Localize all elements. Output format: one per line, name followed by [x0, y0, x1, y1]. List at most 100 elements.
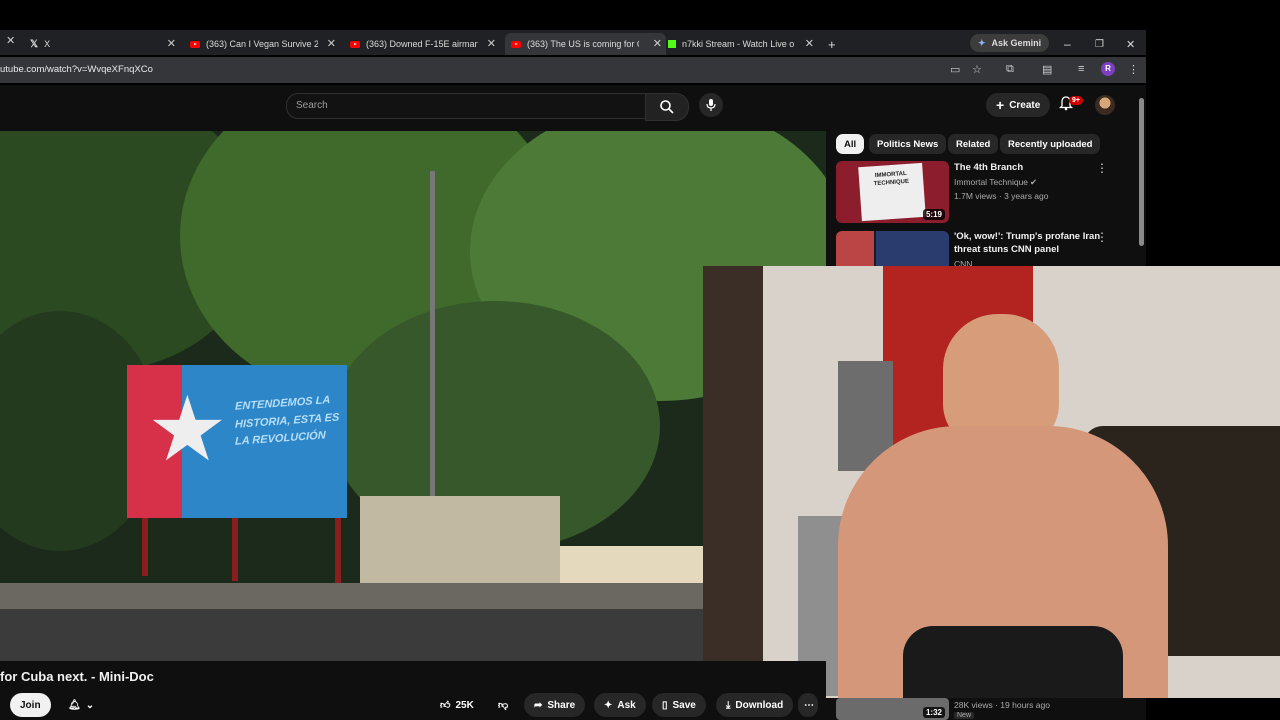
- thumbs-down-icon: 👎︎: [498, 700, 509, 711]
- album-art: IMMORTAL TECHNIQUE: [858, 162, 926, 222]
- account-avatar[interactable]: [1095, 95, 1115, 115]
- billboard-post: [232, 516, 238, 581]
- search-button[interactable]: [645, 93, 689, 121]
- profile-avatar[interactable]: R: [1101, 62, 1115, 76]
- close-icon[interactable]: ✕: [327, 37, 336, 50]
- address-bar[interactable]: utube.com/watch?v=WvqeXFnqXCo ▭ ☆ ⧉ ▤ ≡ …: [0, 57, 1146, 83]
- voice-search-button[interactable]: [699, 93, 723, 117]
- media-controls-icon[interactable]: ≡: [1078, 63, 1084, 75]
- like-button[interactable]: 👍︎ 25K: [430, 693, 484, 717]
- chevron-down-icon: ⌄: [85, 699, 95, 711]
- video-title[interactable]: threat stuns CNN panel: [954, 243, 1059, 256]
- share-button[interactable]: ➦ Share: [524, 693, 586, 717]
- save-label: Save: [672, 699, 696, 711]
- url-text[interactable]: utube.com/watch?v=WvqeXFnqXCo: [0, 64, 153, 75]
- new-badge: New: [954, 712, 975, 719]
- more-horizontal-icon: ⋯: [804, 699, 814, 711]
- dark-furniture: [703, 266, 763, 698]
- tab-kick[interactable]: n7kki Stream - Watch Live on K ✕: [668, 33, 818, 55]
- tab-vegan[interactable]: (363) Can I Vegan Survive 20 M ✕: [190, 33, 340, 55]
- tab-cuba[interactable]: (363) The US is coming for Cub ✕: [505, 33, 666, 55]
- download-button[interactable]: ⤓ Download: [716, 693, 794, 717]
- recommendations-sidebar: All Politics News Related Recently uploa…: [826, 131, 1146, 271]
- more-actions-icon[interactable]: ⋮: [1096, 161, 1108, 175]
- sparkle-icon: ✦: [604, 699, 613, 711]
- revolution-billboard: ★ Entendemos la historia, esta es la rev…: [127, 365, 347, 518]
- close-icon[interactable]: ✕: [6, 34, 15, 47]
- bookmark-star-icon[interactable]: ☆: [972, 63, 982, 76]
- search-icon: [660, 100, 674, 114]
- sidepanel-icon[interactable]: ▤: [1042, 63, 1052, 76]
- download-icon: ⤓: [726, 699, 731, 711]
- tab-x[interactable]: 𝕏 X ✕: [30, 33, 180, 55]
- billboard-text: Entendemos la historia, esta es la revol…: [235, 394, 340, 448]
- minimize-icon[interactable]: –: [1064, 33, 1071, 55]
- search-input[interactable]: Search: [286, 93, 646, 119]
- chip-politics-news[interactable]: Politics News: [869, 134, 947, 154]
- channel-name[interactable]: Immortal Technique: [954, 177, 1028, 187]
- video-title[interactable]: The 4th Branch: [954, 161, 1023, 174]
- tab-title: (363) Can I Vegan Survive 20 M: [206, 39, 318, 49]
- menu-kebab-icon[interactable]: ⋮: [1128, 63, 1139, 76]
- chip-all[interactable]: All: [836, 134, 865, 154]
- youtube-icon: [350, 40, 360, 48]
- chip-related[interactable]: Related: [948, 134, 999, 154]
- tab-title: n7kki Stream - Watch Live on K: [682, 39, 794, 49]
- close-icon[interactable]: ✕: [653, 37, 662, 50]
- close-icon[interactable]: ✕: [805, 37, 814, 50]
- person-shorts: [903, 626, 1123, 698]
- restore-icon[interactable]: ❐: [1095, 33, 1104, 55]
- duration-badge: 1:32: [922, 707, 945, 718]
- tab-title: (363) The US is coming for Cub: [527, 39, 639, 49]
- notification-count-badge: 9+: [1069, 96, 1083, 105]
- video-thumbnail[interactable]: [836, 231, 949, 271]
- more-actions-icon[interactable]: ⋮: [1096, 230, 1108, 244]
- cast-icon[interactable]: ▭: [950, 63, 960, 76]
- chip-recently-uploaded[interactable]: Recently uploaded: [1000, 134, 1101, 154]
- create-button[interactable]: + Create: [986, 93, 1051, 117]
- video-meta: 28K views · 19 hours ago: [954, 700, 1050, 710]
- close-icon[interactable]: ✕: [487, 37, 496, 50]
- video-meta: 1.7M views · 3 years ago: [954, 191, 1049, 201]
- billboard-post: [335, 516, 341, 586]
- ask-button[interactable]: ✦ Ask: [594, 693, 646, 717]
- video-thumbnail[interactable]: IMMORTAL TECHNIQUE 5:19: [836, 161, 949, 223]
- window-close-icon[interactable]: ✕: [1126, 33, 1135, 55]
- tab-f15e[interactable]: (363) Downed F-15E airman he ✕: [350, 33, 500, 55]
- billboard-post: [142, 516, 148, 576]
- thumbnail-image: [876, 231, 949, 271]
- ask-gemini-label: Ask Gemini: [991, 38, 1042, 48]
- video-thumbnail[interactable]: 1:32: [836, 698, 949, 720]
- recommendation-row-partial: 1:32 28K views · 19 hours ago New: [826, 698, 1146, 720]
- ask-label: Ask: [617, 699, 636, 711]
- more-button[interactable]: ⋯: [798, 693, 818, 717]
- like-count: 25K: [455, 699, 474, 711]
- join-button[interactable]: Join: [10, 693, 51, 717]
- thumbnail-image: [836, 231, 874, 271]
- thumbnail-text: IMMORTAL TECHNIQUE: [873, 170, 910, 188]
- video-info-bar: for Cuba next. - Mini-Doc Join 🔔︎ ⌄ 👍︎ 2…: [0, 661, 826, 720]
- download-label: Download: [735, 699, 784, 711]
- bell-icon: 🔔︎: [68, 699, 81, 711]
- youtube-icon: [511, 40, 521, 48]
- verified-icon: ✔: [1030, 177, 1038, 187]
- mic-icon: [706, 99, 716, 111]
- duration-badge: 5:19: [922, 209, 945, 220]
- scrollbar-thumb[interactable]: [1139, 98, 1144, 246]
- top-black-bar: [0, 0, 1280, 30]
- save-button[interactable]: ▯ Save: [652, 693, 706, 717]
- video-title[interactable]: 'Ok, wow!': Trump's profane Iran: [954, 230, 1100, 243]
- kick-icon: [668, 40, 676, 48]
- plus-icon: +: [996, 97, 1005, 113]
- subscribe-notification-button[interactable]: 🔔︎ ⌄: [58, 693, 104, 717]
- new-tab-button[interactable]: +: [828, 33, 836, 55]
- gemini-sparkle-icon: ✦: [978, 37, 986, 48]
- create-label: Create: [1009, 99, 1041, 111]
- tab-strip: ✕ 𝕏 X ✕ (363) Can I Vegan Survive 20 M ✕…: [0, 30, 1146, 55]
- close-icon[interactable]: ✕: [167, 37, 176, 50]
- extensions-icon[interactable]: ⧉: [1006, 63, 1014, 76]
- tab-title: (363) Downed F-15E airman he: [366, 39, 478, 49]
- bookmark-icon: ▯: [662, 699, 668, 711]
- ask-gemini-button[interactable]: ✦ Ask Gemini: [970, 34, 1050, 52]
- dislike-button[interactable]: 👎︎: [488, 693, 518, 717]
